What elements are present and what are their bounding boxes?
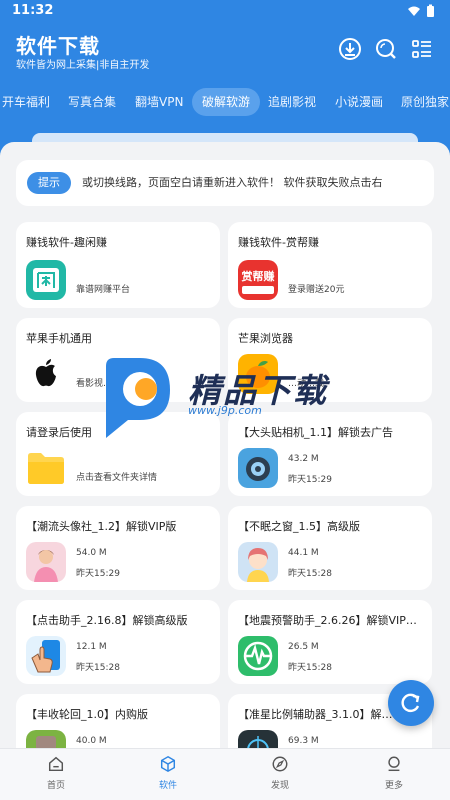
quxianzhuan-app-icon — [26, 260, 66, 300]
nav-more[interactable]: 更多 — [364, 755, 424, 795]
avatar-app-icon — [26, 542, 66, 582]
status-time: 11:32 — [12, 3, 54, 18]
card-date: 昨天15:28 — [288, 663, 332, 673]
status-icons — [408, 4, 434, 17]
nav-software[interactable]: 软件 — [138, 755, 198, 795]
card-size: 43.2 M — [288, 454, 319, 464]
cube-icon — [160, 755, 176, 773]
nav-more-label: 更多 — [384, 781, 403, 791]
nav-discover-label: 发现 — [270, 781, 289, 791]
status-bar: 11:32 — [0, 0, 450, 22]
card-title: 赚钱软件-趣闲赚 — [26, 236, 107, 249]
tab-pojie[interactable]: 破解软游 — [192, 88, 261, 116]
app-card[interactable]: 【不眠之窗_1.5】高级版 44.1 M 昨天15:28 — [228, 506, 432, 590]
card-title: 【地震预警助手_2.6.26】解锁VIP… — [238, 614, 417, 627]
bottom-navigation: 首页 软件 发现 更多 — [0, 748, 450, 800]
card-title: 【潮流头像社_1.2】解锁VIP版 — [26, 520, 177, 533]
card-desc: 点击查看文件夹详情 — [76, 473, 158, 483]
nav-discover[interactable]: 发现 — [250, 755, 310, 795]
card-title: 苹果手机通用 — [26, 332, 92, 345]
watermark-logo — [106, 358, 170, 438]
app-header: 11:32 软件下载 软件皆为网上采集|非自主开发 开车福利 写真合集 翻墙VP… — [0, 0, 450, 160]
home-icon — [48, 756, 64, 772]
camera-app-icon — [238, 448, 278, 488]
app-card[interactable]: 赚钱软件-趣闲赚 靠谱网赚平台 — [16, 222, 220, 308]
card-desc: 靠谱网赚平台 — [76, 285, 131, 295]
card-size: 12.1 M — [76, 642, 107, 652]
card-title: 【点击助手_2.16.8】解锁高级版 — [26, 614, 188, 627]
earthquake-alert-app-icon — [238, 636, 278, 676]
card-title: 【丰收轮回_1.0】内购版 — [26, 708, 148, 721]
user-icon — [388, 756, 400, 772]
menu-list-icon[interactable] — [410, 37, 434, 61]
app-card[interactable]: 【地震预警助手_2.6.26】解锁VIP… 26.5 M 昨天15:28 — [228, 600, 432, 684]
tab-vpn[interactable]: 翻墙VPN — [135, 88, 183, 116]
page-title: 软件下载 — [16, 34, 100, 58]
anime-girl-app-icon — [238, 542, 278, 582]
card-size: 69.3 M — [288, 736, 319, 746]
tab-yuanchuang[interactable]: 原创独家 — [401, 88, 449, 116]
tap-assistant-app-icon — [26, 636, 66, 676]
app-card[interactable]: 【潮流头像社_1.2】解锁VIP版 54.0 M 昨天15:29 — [16, 506, 220, 590]
apple-logo-icon — [26, 354, 66, 394]
card-size: 26.5 M — [288, 642, 319, 652]
card-date: 昨天15:28 — [76, 663, 120, 673]
card-date: 昨天15:29 — [288, 475, 332, 485]
refresh-button[interactable] — [388, 680, 434, 726]
card-size: 54.0 M — [76, 548, 107, 558]
tab-yingshi[interactable]: 追剧影视 — [268, 88, 316, 116]
search-icon[interactable] — [374, 37, 398, 61]
card-title: 芒果浏览器 — [238, 332, 293, 345]
card-title: 【不眠之窗_1.5】高级版 — [238, 520, 360, 533]
card-desc: 登录赠送20元 — [288, 285, 345, 295]
nav-software-label: 软件 — [158, 781, 177, 791]
notice-badge: 提示 — [27, 172, 71, 194]
refresh-icon — [401, 693, 420, 713]
watermark-overlay: 精品下载 www.j9p.com — [100, 356, 360, 440]
card-size: 44.1 M — [288, 548, 319, 558]
card-size: 40.0 M — [76, 736, 107, 746]
category-tabs: 开车福利 写真合集 翻墙VPN 破解软游 追剧影视 小说漫画 原创独家 — [0, 86, 450, 118]
tab-xiezhen[interactable]: 写真合集 — [68, 88, 116, 116]
tab-xiaoshuo[interactable]: 小说漫画 — [335, 88, 383, 116]
notice-bar: 提示 或切换线路，页面空白请重新进入软件！ 软件获取失败点击右 — [16, 160, 434, 206]
nav-home-label: 首页 — [46, 781, 65, 791]
card-date: 昨天15:29 — [76, 569, 120, 579]
folder-icon — [28, 453, 64, 484]
download-icon[interactable] — [338, 37, 362, 61]
card-title: 赚钱软件-赏帮赚 — [238, 236, 319, 249]
compass-icon — [272, 756, 288, 772]
tab-kaiche[interactable]: 开车福利 — [2, 88, 50, 116]
app-card[interactable]: 【点击助手_2.16.8】解锁高级版 12.1 M 昨天15:28 — [16, 600, 220, 684]
watermark-url: www.j9p.com — [188, 404, 262, 417]
notice-text: 或切换线路，页面空白请重新进入软件！ 软件获取失败点击右 — [82, 176, 383, 189]
nav-home[interactable]: 首页 — [26, 755, 86, 795]
content-area: 提示 或切换线路，页面空白请重新进入软件！ 软件获取失败点击右 赚钱软件-趣闲赚… — [0, 142, 450, 752]
app-card[interactable]: 赚钱软件-赏帮赚 赏帮赚 登录赠送20元 — [228, 222, 432, 308]
app-card[interactable]: 【丰收轮回_1.0】内购版 40.0 M — [16, 694, 220, 752]
card-date: 昨天15:28 — [288, 569, 332, 579]
shangbangzhuan-app-icon: 赏帮赚 — [238, 260, 278, 300]
page-subtitle: 软件皆为网上采集|非自主开发 — [16, 60, 150, 71]
svg-text:赏帮赚: 赏帮赚 — [242, 269, 275, 283]
